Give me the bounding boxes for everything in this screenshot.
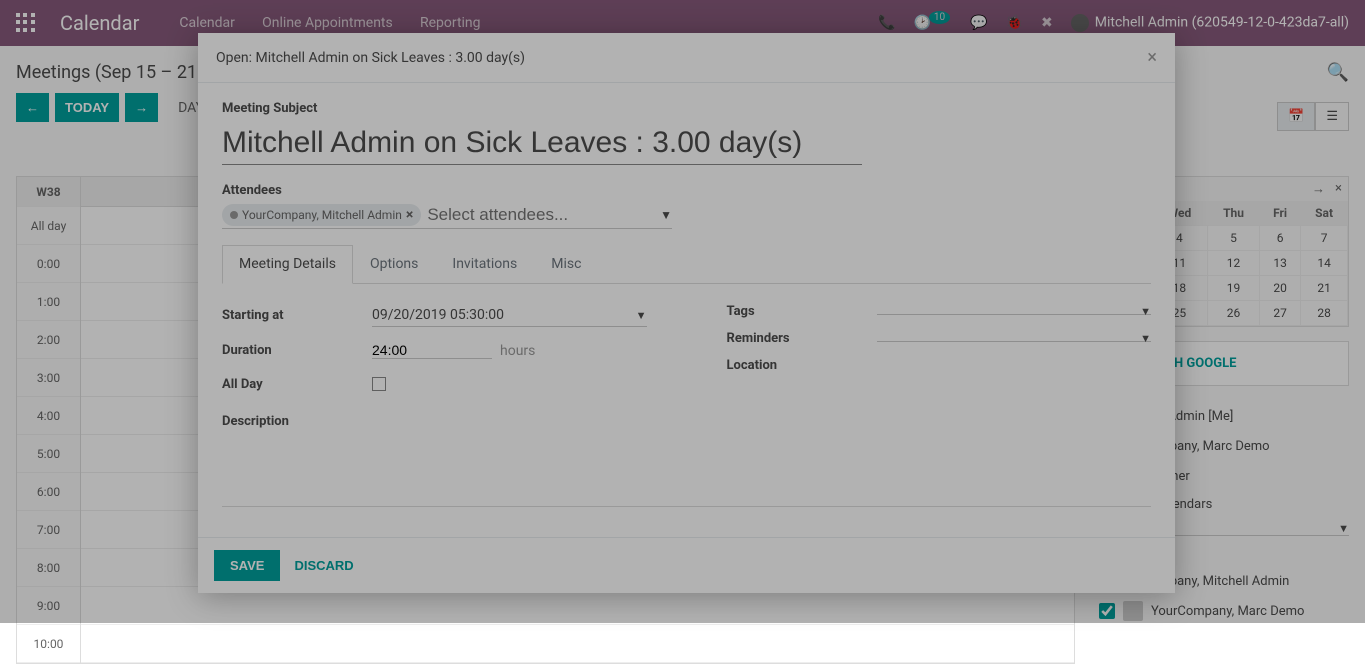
modal-overlay[interactable] — [0, 0, 1365, 623]
